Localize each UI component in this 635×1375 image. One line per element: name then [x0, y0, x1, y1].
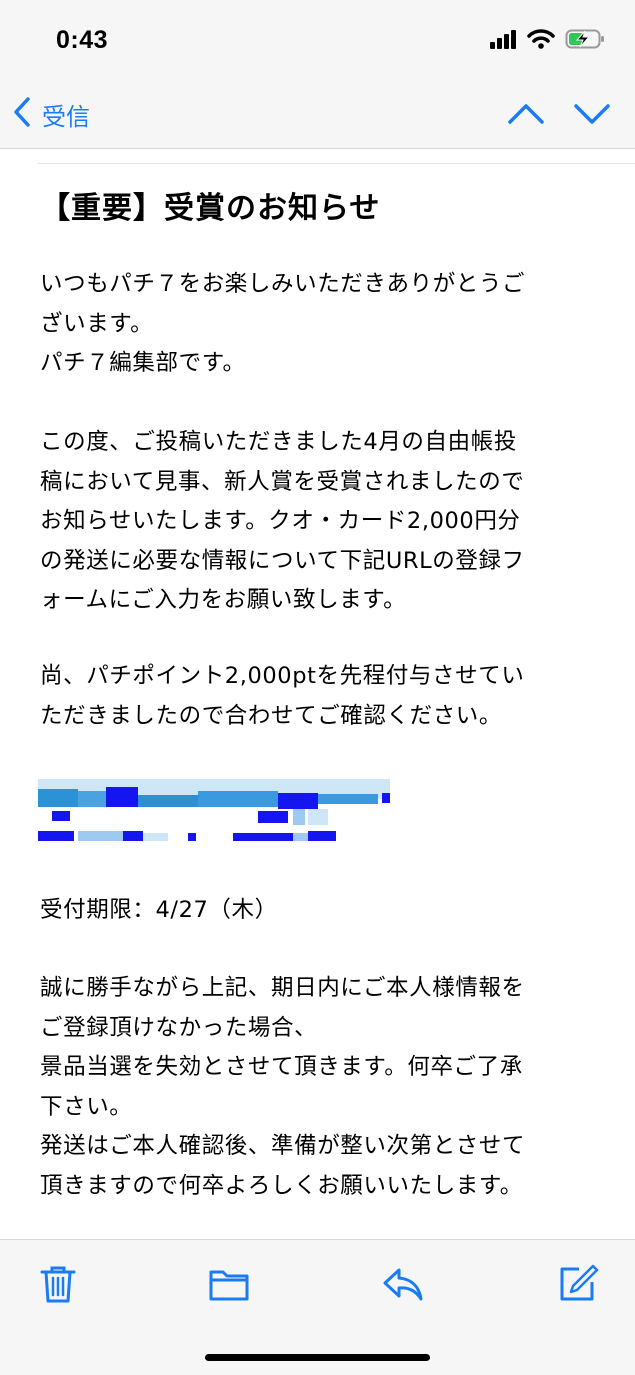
points-paragraph: 尚、パチポイント2,000ptを先程付与させてい ただきましたので合わせてご確認く… — [40, 663, 525, 729]
closing-paragraph: 誠に勝手ながら上記、期日内にご本人様情報を ご登録頂けなかった場合、 景品当選を失効… — [40, 975, 526, 1199]
message-content: 【重要】受賞のお知らせ いつもパチ７をお楽しみいただきありがとうご ざいます。 パチ… — [0, 149, 635, 1239]
previous-message-button[interactable] — [506, 96, 546, 132]
chevron-down-icon — [572, 104, 612, 136]
trash-icon — [36, 1266, 80, 1310]
compose-icon — [555, 1264, 599, 1310]
status-time: 0:43 — [56, 26, 109, 54]
deadline-text: 受付期限：4/27（木） — [40, 897, 278, 923]
reply-button[interactable] — [381, 1262, 425, 1306]
bottom-toolbar — [0, 1239, 635, 1375]
cellular-signal-icon — [489, 29, 517, 53]
move-to-folder-button[interactable] — [207, 1262, 251, 1306]
compose-button[interactable] — [555, 1262, 599, 1306]
chevron-up-icon — [506, 104, 546, 136]
home-indicator[interactable] — [205, 1354, 430, 1361]
email-subject: 【重要】受賞のお知らせ — [40, 191, 381, 226]
back-button-label: 受信 — [42, 102, 90, 131]
back-button[interactable]: 受信 — [12, 94, 90, 134]
greeting-paragraph: いつもパチ７をお楽しみいただきありがとうご ざいます。 パチ７編集部です。 — [40, 271, 526, 376]
battery-charging-icon — [565, 28, 605, 54]
status-icons — [489, 28, 605, 54]
folder-icon — [207, 1270, 251, 1310]
award-paragraph: この度、ご投稿いただきました4月の自由帳投 稿において見事、新人賞を受賞されました… — [40, 429, 525, 613]
redacted-registration-link[interactable] — [38, 769, 393, 849]
status-bar: 0:43 — [0, 0, 635, 80]
reply-icon — [381, 1268, 425, 1310]
next-message-button[interactable] — [572, 96, 612, 132]
wifi-icon — [527, 29, 555, 53]
chevron-left-icon — [12, 96, 32, 132]
navigation-bar: 受信 — [0, 80, 635, 149]
header-divider — [38, 163, 635, 164]
delete-button[interactable] — [36, 1262, 80, 1306]
